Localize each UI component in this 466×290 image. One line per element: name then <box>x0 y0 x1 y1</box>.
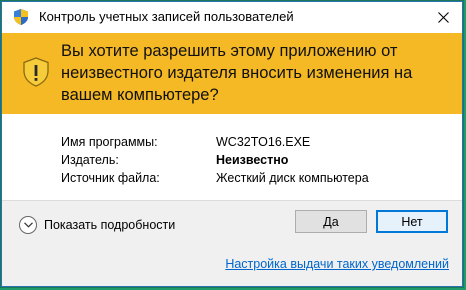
uac-shield-icon <box>14 9 28 25</box>
publisher-value: Неизвестно <box>216 153 289 167</box>
source-row: Источник файла: Жесткий диск компьютера <box>61 171 369 189</box>
window-title: Контроль учетных записей пользователей <box>39 9 294 24</box>
program-value: WC32TO16.EXE <box>216 135 311 149</box>
yes-button[interactable]: Да <box>295 210 367 233</box>
show-details-label: Показать подробности <box>44 218 176 232</box>
program-row: Имя программы: WC32TO16.EXE <box>61 135 369 153</box>
source-label: Источник файла: <box>61 171 160 185</box>
publisher-label: Издатель: <box>61 153 119 167</box>
prompt-question: Вы хотите разрешить этому приложению от … <box>61 42 413 104</box>
warning-shield-icon <box>23 57 49 87</box>
no-button[interactable]: Нет <box>376 210 448 233</box>
warning-banner: Вы хотите разрешить этому приложению от … <box>2 33 462 114</box>
chevron-down-icon <box>19 216 37 234</box>
program-info: Имя программы: WC32TO16.EXE Издатель: Не… <box>61 135 369 189</box>
source-value: Жесткий диск компьютера <box>216 171 369 185</box>
title-bar: Контроль учетных записей пользователей <box>2 2 462 32</box>
publisher-row: Издатель: Неизвестно <box>61 153 369 171</box>
notification-settings-link[interactable]: Настройка выдачи таких уведомлений <box>225 257 449 271</box>
dialog-footer: Показать подробности Да Нет Настройка вы… <box>2 200 462 286</box>
program-label: Имя программы: <box>61 135 158 149</box>
close-icon <box>437 11 449 23</box>
close-button[interactable] <box>432 6 454 28</box>
uac-dialog: Контроль учетных записей пользователей В… <box>1 1 463 287</box>
show-details-toggle[interactable]: Показать подробности <box>19 215 175 235</box>
